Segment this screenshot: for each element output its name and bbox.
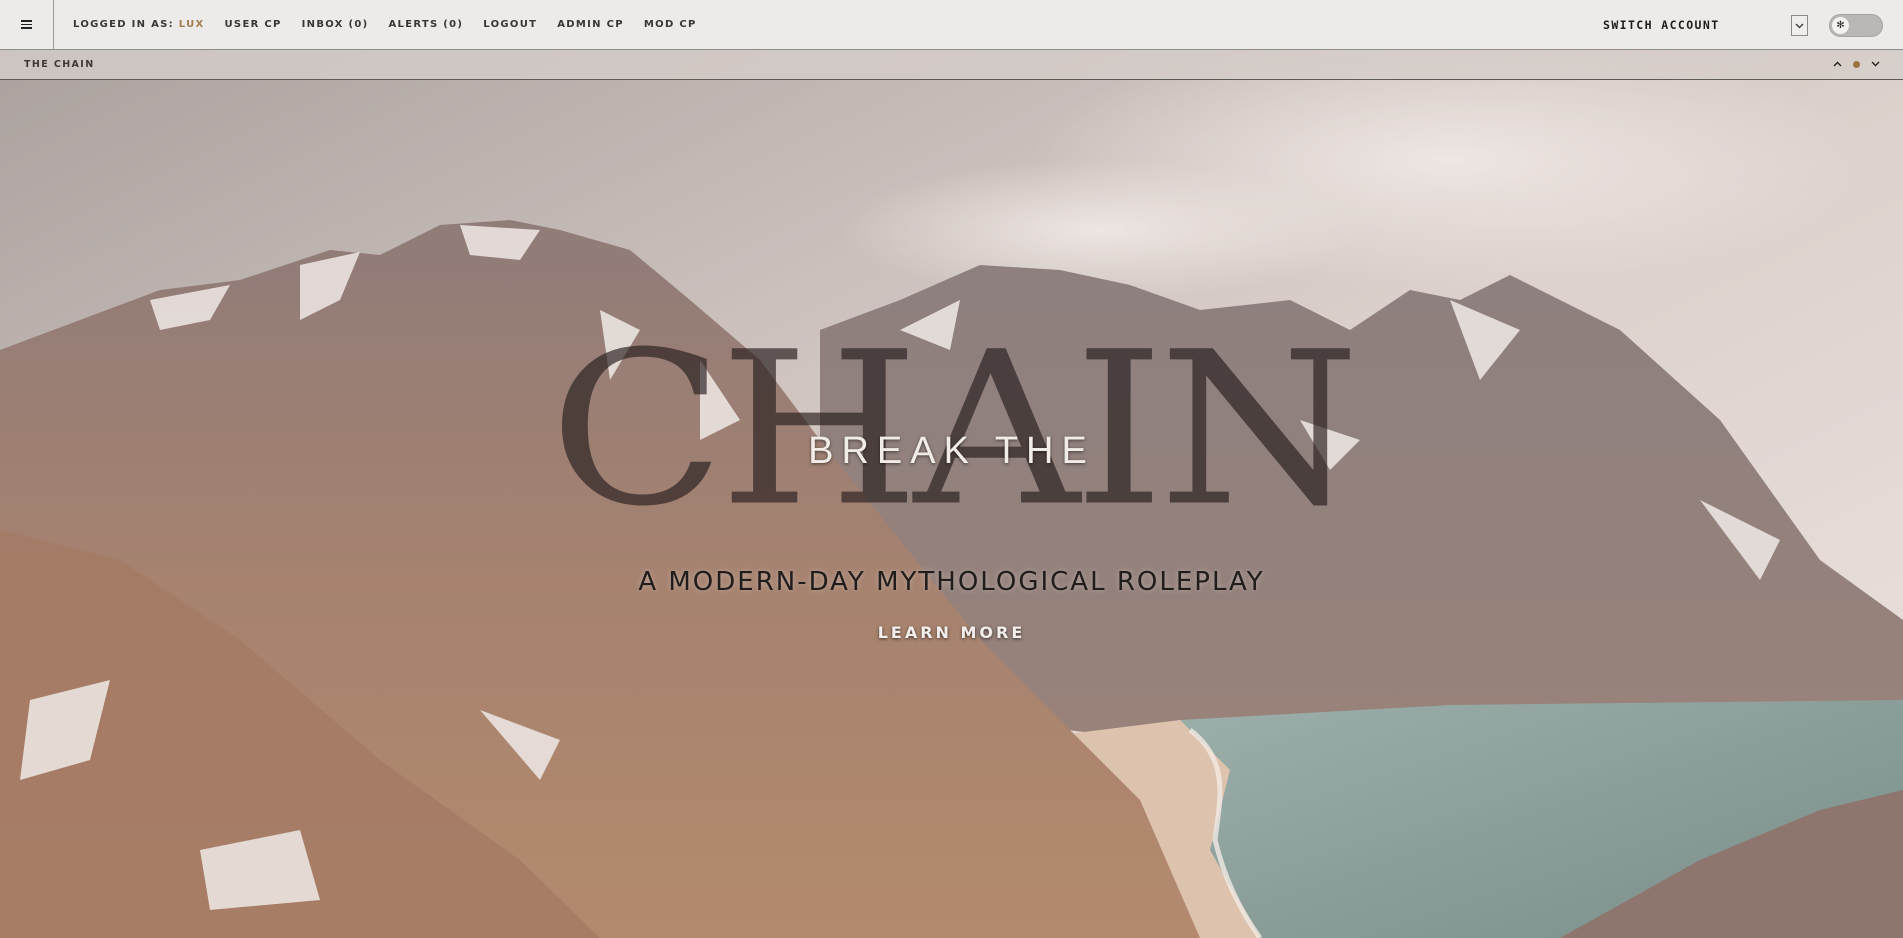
chevron-up-icon <box>1833 61 1841 67</box>
learn-more-label[interactable]: LEARN MORE <box>878 623 1026 642</box>
chevron-down-icon <box>1871 61 1879 67</box>
nav-link-inbox[interactable]: INBOX (0) <box>302 19 369 30</box>
theme-toggle[interactable]: ✻ <box>1829 14 1883 37</box>
username-link[interactable]: LUX <box>179 19 205 30</box>
hamburger-icon[interactable] <box>21 20 32 29</box>
user-nav: LOGGED IN AS: LUX USER CP INBOX (0) ALER… <box>73 0 717 50</box>
nav-link-alerts[interactable]: ALERTS (0) <box>388 19 463 30</box>
scroll-up-button[interactable] <box>1831 58 1843 70</box>
menu-button[interactable] <box>0 0 54 50</box>
hero-section: CHAIN BREAK THE A MODERN-DAY MYTHOLOGICA… <box>0 0 1903 938</box>
switch-account-label[interactable]: SWITCH ACCOUNT <box>1603 18 1720 32</box>
sun-icon: ✻ <box>1832 17 1849 34</box>
scroll-controls <box>1824 58 1881 70</box>
hero-tagline: A MODERN-DAY MYTHOLOGICAL ROLEPLAY <box>638 567 1265 597</box>
logged-in-indicator: LOGGED IN AS: LUX <box>73 19 205 30</box>
scroll-down-button[interactable] <box>1869 58 1881 70</box>
breadcrumb-bar: THE CHAIN <box>0 50 1903 80</box>
top-navbar: LOGGED IN AS: LUX USER CP INBOX (0) ALER… <box>0 0 1903 50</box>
dot-icon <box>1852 60 1860 68</box>
breadcrumb-title[interactable]: THE CHAIN <box>24 59 95 70</box>
account-select[interactable] <box>1791 15 1808 36</box>
nav-link-user-cp[interactable]: USER CP <box>225 19 282 30</box>
nav-link-mod-cp[interactable]: MOD CP <box>644 19 697 30</box>
nav-link-logout[interactable]: LOGOUT <box>483 19 537 30</box>
hero-title: BREAK THE <box>808 430 1095 472</box>
chevron-down-icon <box>1795 23 1804 28</box>
nav-link-admin-cp[interactable]: ADMIN CP <box>557 19 624 30</box>
scroll-indicator[interactable] <box>1850 58 1862 70</box>
learn-more-link[interactable]: LEARN MORE <box>0 623 1903 642</box>
logged-in-label: LOGGED IN AS: <box>73 19 174 30</box>
